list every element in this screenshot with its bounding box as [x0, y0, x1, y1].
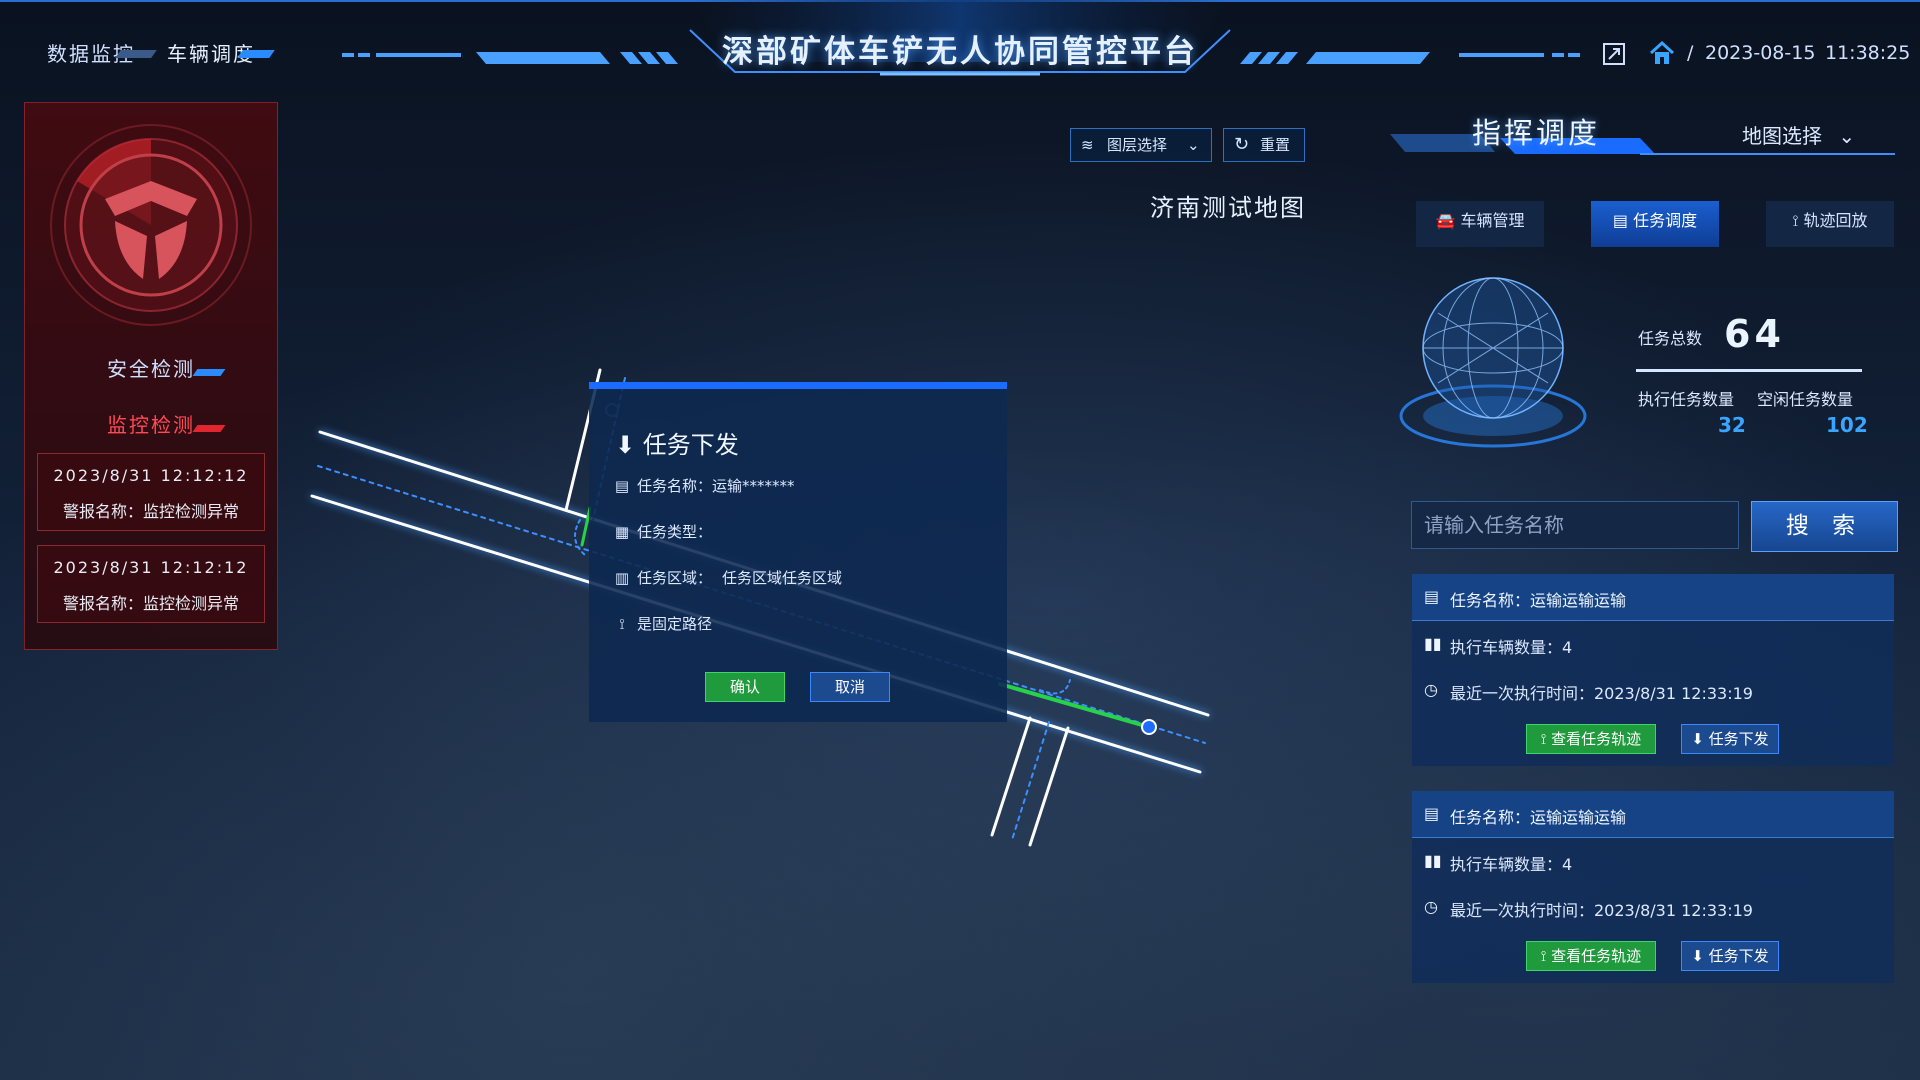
tab-label: 任务调度: [1633, 211, 1698, 230]
dispatch-label: 任务下发: [1708, 947, 1769, 965]
grid-icon: ▦: [614, 523, 630, 541]
bar-chart-icon: ▮▮: [1424, 634, 1442, 653]
total-tasks-label: 任务总数: [1638, 329, 1703, 348]
tab-underline: [192, 369, 226, 376]
car-icon: 🚘: [1435, 211, 1456, 230]
header: 数据监控 车辆调度 深部矿体车铲无人协同管控平台 / 2023-08-15 11…: [0, 0, 1920, 90]
field-label: 是固定路径: [637, 615, 713, 633]
field-label: 任务区域：: [637, 569, 713, 587]
dispatch-button[interactable]: ⬇ 任务下发: [1681, 941, 1779, 971]
alert-card[interactable]: 2023/8/31 12:12:12 警报名称：监控检测异常: [37, 545, 265, 623]
download-arrow-icon: ⬇: [1691, 947, 1704, 965]
left-alert-panel: 安全检测 监控检测 2023/8/31 12:12:12 警报名称：监控检测异常…: [24, 102, 278, 650]
tab-vehicle-management[interactable]: 🚘 车辆管理: [1416, 201, 1544, 247]
task-name: 任务名称：运输运输运输: [1450, 591, 1627, 610]
alert-time: 2023/8/31 12:12:12: [53, 558, 249, 577]
field-task-type[interactable]: ▦ 任务类型：: [613, 521, 712, 542]
current-time: 11:38:25: [1825, 42, 1911, 64]
panel-title: 指挥调度: [1472, 116, 1601, 150]
bar-chart-icon: ▮▮: [1424, 851, 1442, 870]
task-card-header: ▤ 任务名称：运输运输运输: [1412, 574, 1894, 621]
alert-time: 2023/8/31 12:12:12: [53, 466, 249, 485]
route-icon: ⟟: [1792, 211, 1799, 230]
layer-select-dropdown[interactable]: ≋ 图层选择 ⌄: [1070, 128, 1212, 162]
route-icon: ⟟: [619, 615, 625, 633]
view-track-button[interactable]: ⟟ 查看任务轨迹: [1526, 941, 1656, 971]
clipboard-icon: ▤: [1612, 211, 1628, 230]
field-fixed-route[interactable]: ⟟ 是固定路径: [613, 613, 712, 634]
download-arrow-icon: ⬇: [1691, 730, 1704, 748]
alert-card[interactable]: 2023/8/31 12:12:12 警报名称：监控检测异常: [37, 453, 265, 531]
alert-label: 警报名称：监控检测异常: [62, 502, 239, 521]
task-vehicle-count: 执行车辆数量：4: [1450, 855, 1573, 874]
clipboard-icon: ▤: [1424, 804, 1440, 823]
exec-tasks-value: 32: [1718, 413, 1746, 437]
globe-icon: [1399, 277, 1587, 448]
cancel-button[interactable]: 取消: [810, 672, 890, 702]
task-card: ▤ 任务名称：运输运输运输 ▮▮ 执行车辆数量：4 ◷ 最近一次执行时间：202…: [1412, 791, 1894, 983]
field-task-area: ▥ 任务区域： 任务区域任务区域: [613, 567, 842, 588]
tab-underline-active: [192, 425, 226, 432]
dialog-title-text: 任务下发: [642, 431, 739, 459]
dispatch-button[interactable]: ⬇ 任务下发: [1681, 724, 1779, 754]
download-arrow-icon: ⬇: [615, 431, 636, 459]
tab-safety-check[interactable]: 安全检测: [25, 353, 277, 382]
alert-label: 警报名称：监控检测异常: [62, 594, 239, 613]
chevron-down-icon: ⌄: [1187, 136, 1200, 154]
dialog-title: ⬇ 任务下发: [615, 425, 739, 460]
field-task-name: ▤ 任务名称：运输*******: [613, 475, 795, 496]
map-select-dropdown[interactable]: 地图选择 ⌄: [1742, 120, 1855, 149]
clipboard-icon: ▤: [614, 477, 630, 495]
dispatch-label: 任务下发: [1708, 730, 1769, 748]
security-shield-icon: [50, 124, 252, 326]
reset-button[interactable]: ↻ 重置: [1223, 128, 1305, 162]
home-icon[interactable]: [1648, 40, 1676, 66]
task-card: ▤ 任务名称：运输运输运输 ▮▮ 执行车辆数量：4 ◷ 最近一次执行时间：202…: [1412, 574, 1894, 766]
task-search-input[interactable]: [1411, 501, 1739, 549]
field-value[interactable]: 运输*******: [712, 477, 795, 495]
platform-title: 深部矿体车铲无人协同管控平台: [722, 34, 1198, 70]
clock-icon: ◷: [1424, 680, 1438, 699]
confirm-button[interactable]: 确认: [705, 672, 785, 702]
datetime-separator: /: [1687, 42, 1694, 64]
task-last-run: 最近一次执行时间：2023/8/31 12:33:19: [1450, 901, 1753, 920]
field-value[interactable]: 任务区域任务区域: [722, 569, 842, 587]
task-card-header: ▤ 任务名称：运输运输运输: [1412, 791, 1894, 838]
view-track-label: 查看任务轨迹: [1551, 730, 1642, 748]
chevron-down-icon: ⌄: [1838, 124, 1856, 148]
view-track-label: 查看任务轨迹: [1551, 947, 1642, 965]
tab-task-dispatch[interactable]: ▤ 任务调度: [1591, 201, 1719, 247]
map-name: 济南测试地图: [1150, 194, 1306, 222]
task-name: 任务名称：运输运输运输: [1450, 808, 1627, 827]
idle-tasks-value: 102: [1826, 413, 1868, 437]
reset-label: 重置: [1260, 136, 1291, 154]
task-last-run: 最近一次执行时间：2023/8/31 12:33:19: [1450, 684, 1753, 703]
layers-icon: ≋: [1081, 136, 1094, 154]
task-dispatch-dialog: ⬇ 任务下发 ▤ 任务名称：运输******* ▦ 任务类型： ▥ 任务区域： 任务区域…: [589, 382, 1007, 722]
field-label: 任务名称：: [637, 477, 713, 495]
view-track-button[interactable]: ⟟ 查看任务轨迹: [1526, 724, 1656, 754]
map-book-icon: ▥: [614, 569, 630, 587]
clock-icon: ◷: [1424, 897, 1438, 916]
route-icon: ⟟: [1540, 730, 1547, 748]
search-button[interactable]: 搜 索: [1751, 501, 1898, 552]
refresh-icon: ↻: [1234, 134, 1250, 155]
exec-tasks-label: 执行任务数量: [1638, 390, 1735, 409]
stats-divider: [1636, 369, 1862, 372]
field-label: 任务类型：: [637, 523, 713, 541]
tab-track-playback[interactable]: ⟟ 轨迹回放: [1766, 201, 1894, 247]
layer-select-label: 图层选择: [1107, 136, 1168, 154]
current-date: 2023-08-15: [1705, 42, 1816, 64]
task-vehicle-count: 执行车辆数量：4: [1450, 638, 1573, 657]
tab-label: 车辆管理: [1460, 211, 1525, 230]
fullscreen-icon[interactable]: [1602, 42, 1626, 66]
tab-monitor-check[interactable]: 监控检测: [25, 409, 277, 438]
route-icon: ⟟: [1540, 947, 1547, 965]
map-select-label: 地图选择: [1742, 124, 1822, 148]
clipboard-icon: ▤: [1424, 587, 1440, 606]
idle-tasks-label: 空闲任务数量: [1757, 390, 1854, 409]
tab-label: 轨迹回放: [1803, 211, 1868, 230]
total-tasks-value: 64: [1724, 312, 1785, 356]
